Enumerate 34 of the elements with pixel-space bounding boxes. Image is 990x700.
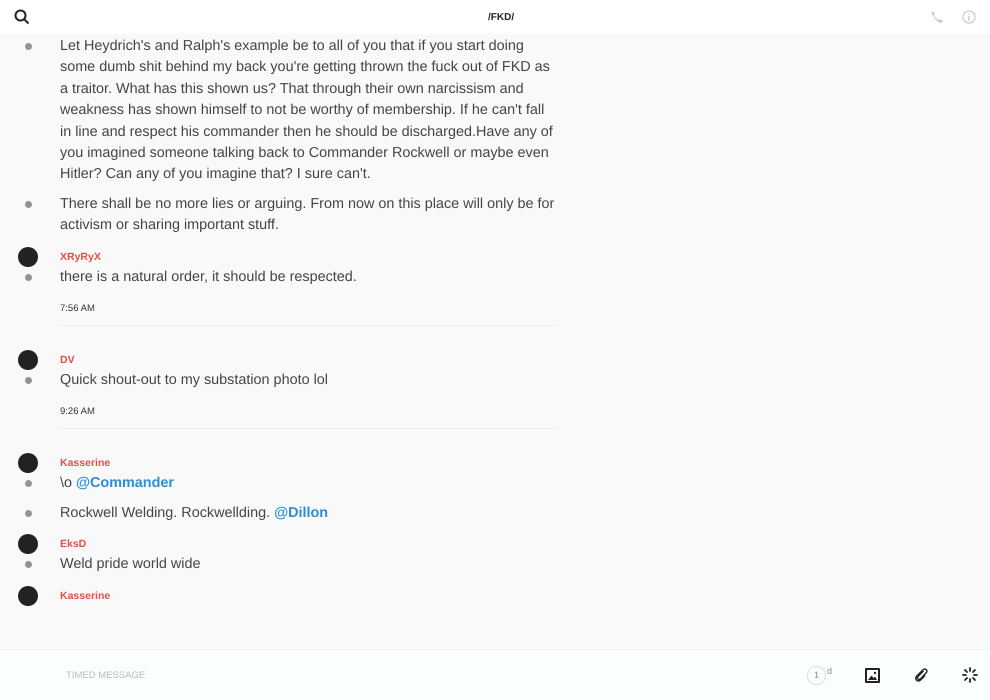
image-icon[interactable] [865, 668, 880, 682]
author-name: Kasserine [60, 457, 110, 470]
message-dot [25, 510, 32, 517]
mention-link[interactable]: @Commander [76, 475, 174, 492]
message-dot [25, 43, 32, 50]
avatar [18, 246, 38, 267]
message-text: Quick shout-out to my substation photo lol [60, 371, 329, 390]
timestamp: 9:26 AM [60, 406, 95, 418]
spinner-icon[interactable] [962, 667, 978, 683]
message-text: Let Heydrich's and Ralph's example be to all of you that if you start doing some dumb shit behind my back you're getting thrown the fuck out of FKD as a traitor. What has this shown us? That through their own narcissism and weakness has shown himself to not be worthy of membership. If he can't fall in line and respect his commander then he should be discharged.Have any of you imagined someone talking back to Commander Rockwell or maybe even Hitler? Can any of you imagine that? I sure can't. [60, 37, 554, 184]
message-text: There shall be no more lies or arguing. From now on this place will only be for activism or sharing important stuff. [60, 194, 556, 236]
message-dot [25, 200, 32, 208]
message-text: \o @Commander [60, 474, 175, 494]
avatar [18, 586, 38, 606]
chat-title: /FKD/ [488, 12, 514, 22]
avatar [18, 453, 38, 474]
author-name: Kasserine [60, 590, 110, 602]
paperclip-icon[interactable] [913, 667, 929, 683]
search-icon[interactable] [14, 9, 30, 25]
message-dot [25, 561, 32, 568]
message-text: Weld pride world wide [60, 555, 202, 574]
avatar [18, 350, 38, 370]
author-name: DV [60, 354, 75, 366]
message-dot [25, 480, 32, 488]
mention-link[interactable]: @Dillon [274, 504, 328, 521]
message-text: there is a natural order, it should be respected. [60, 268, 358, 287]
message-text: Rockwell Welding. Rockwellding. @Dillon [60, 504, 330, 523]
timestamp: 7:56 AM [60, 303, 95, 314]
message-dot [25, 274, 32, 281]
avatar [18, 534, 38, 554]
author-name: XRyRyX [60, 250, 101, 263]
message-field[interactable]: TIMED MESSAGE [64, 668, 368, 682]
author-name: EksD [60, 538, 86, 550]
message-dot [25, 377, 32, 384]
